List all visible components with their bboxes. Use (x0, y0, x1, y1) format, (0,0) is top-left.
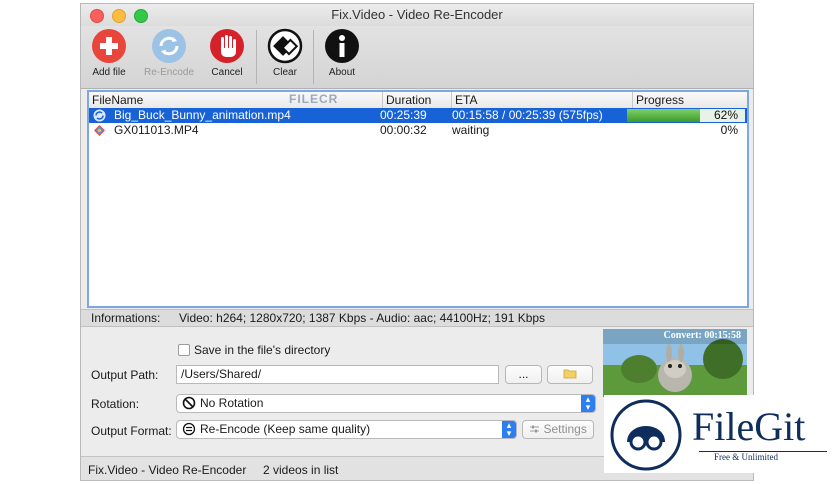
video-preview: Convert: 00:15:58 (603, 329, 747, 397)
row-duration: 00:00:32 (380, 123, 427, 137)
chevron-updown-icon: ▴ ▾ (502, 421, 516, 438)
clear-label: Clear (273, 67, 297, 78)
rotation-label: Rotation: (91, 397, 140, 411)
filegit-tagline: Free & Unlimited (714, 452, 778, 462)
about-label: About (328, 67, 356, 78)
cancel-button[interactable]: Cancel (205, 28, 249, 78)
rotation-select[interactable]: No Rotation ▴ ▾ (176, 394, 596, 413)
watermark: FILECR (289, 92, 339, 106)
settings-label: Settings (543, 422, 587, 436)
progress-bar: 0% (627, 123, 745, 137)
info-bar: Informations: Video: h264; 1280x720; 138… (81, 309, 753, 327)
column-eta[interactable]: ETA (451, 92, 477, 108)
filegit-brand: FileGit (692, 404, 806, 449)
window-title: Fix.Video - Video Re-Encoder (331, 7, 503, 22)
progress-fill (627, 109, 701, 122)
column-progress[interactable]: Progress (632, 92, 684, 108)
output-format-label: Output Format: (91, 424, 172, 438)
stop-hand-icon (209, 28, 245, 64)
open-folder-button[interactable] (547, 365, 593, 384)
status-count: 2 videos in list (263, 463, 339, 477)
table-row[interactable]: Big_Buck_Bunny_animation.mp4 00:25:39 00… (89, 108, 747, 123)
file-list[interactable]: FileName Duration ETA Progress FILECR Bi… (87, 90, 749, 308)
progress-percent: 62% (713, 108, 738, 122)
toolbar-separator (313, 30, 314, 84)
sliders-icon (529, 422, 543, 436)
output-path-field[interactable]: /Users/Shared/ (176, 365, 499, 384)
add-file-button[interactable]: Add file (87, 28, 131, 78)
no-rotation-icon (182, 396, 196, 415)
save-in-dir-checkbox[interactable] (178, 344, 190, 356)
chevron-updown-icon: ▴ ▾ (581, 395, 595, 412)
plus-icon (91, 28, 127, 64)
row-duration: 00:25:39 (380, 108, 427, 122)
rotation-value: No Rotation (200, 396, 264, 410)
column-duration[interactable]: Duration (382, 92, 431, 108)
settings-button[interactable]: Settings (522, 420, 594, 439)
column-filename[interactable]: FileName (89, 92, 143, 108)
filegit-logo-icon (610, 399, 682, 471)
clear-button[interactable]: Clear (265, 28, 305, 78)
output-format-value: Re-Encode (Keep same quality) (200, 422, 371, 436)
video-file-icon (93, 124, 106, 141)
info-label: Informations: (91, 311, 161, 325)
progress-bar: 62% (627, 108, 745, 122)
toolbar: Add file Re-Encode Cancel Clear About (81, 26, 753, 89)
row-filename: Big_Buck_Bunny_animation.mp4 (114, 108, 291, 122)
format-icon (182, 422, 196, 441)
browse-button[interactable]: ... (505, 365, 542, 384)
refresh-icon (151, 28, 187, 64)
output-format-select[interactable]: Re-Encode (Keep same quality) ▴ ▾ (176, 420, 517, 439)
status-app-name: Fix.Video - Video Re-Encoder (88, 463, 247, 477)
progress-percent: 0% (720, 123, 738, 137)
row-eta: waiting (452, 123, 490, 137)
re-encode-label: Re-Encode (143, 67, 195, 78)
add-file-label: Add file (92, 67, 126, 78)
row-eta: 00:15:58 / 00:25:39 (575fps) (452, 108, 603, 122)
title-bar: Fix.Video - Video Re-Encoder (81, 4, 753, 26)
row-filename: GX011013.MP4 (114, 123, 199, 137)
info-icon (324, 28, 360, 64)
folder-icon (563, 367, 577, 381)
save-in-dir-label: Save in the file's directory (194, 343, 331, 357)
zoom-window-button[interactable] (134, 9, 148, 23)
output-path-label: Output Path: (91, 368, 159, 382)
close-window-button[interactable] (90, 9, 104, 23)
re-encode-button[interactable]: Re-Encode (141, 28, 197, 78)
toolbar-separator (256, 30, 257, 84)
window-controls (90, 9, 148, 23)
about-button[interactable]: About (322, 28, 362, 78)
list-header: FileName Duration ETA Progress FILECR (89, 92, 747, 109)
table-row[interactable]: GX011013.MP4 00:00:32 waiting 0% (89, 123, 747, 138)
info-value: Video: h264; 1280x720; 1387 Kbps - Audio… (179, 311, 546, 325)
eraser-icon (267, 28, 303, 64)
cancel-label: Cancel (211, 67, 243, 78)
preview-caption: Convert: 00:15:58 (663, 330, 741, 341)
minimize-window-button[interactable] (112, 9, 126, 23)
filegit-badge: FileGit Free & Unlimited (604, 395, 836, 473)
